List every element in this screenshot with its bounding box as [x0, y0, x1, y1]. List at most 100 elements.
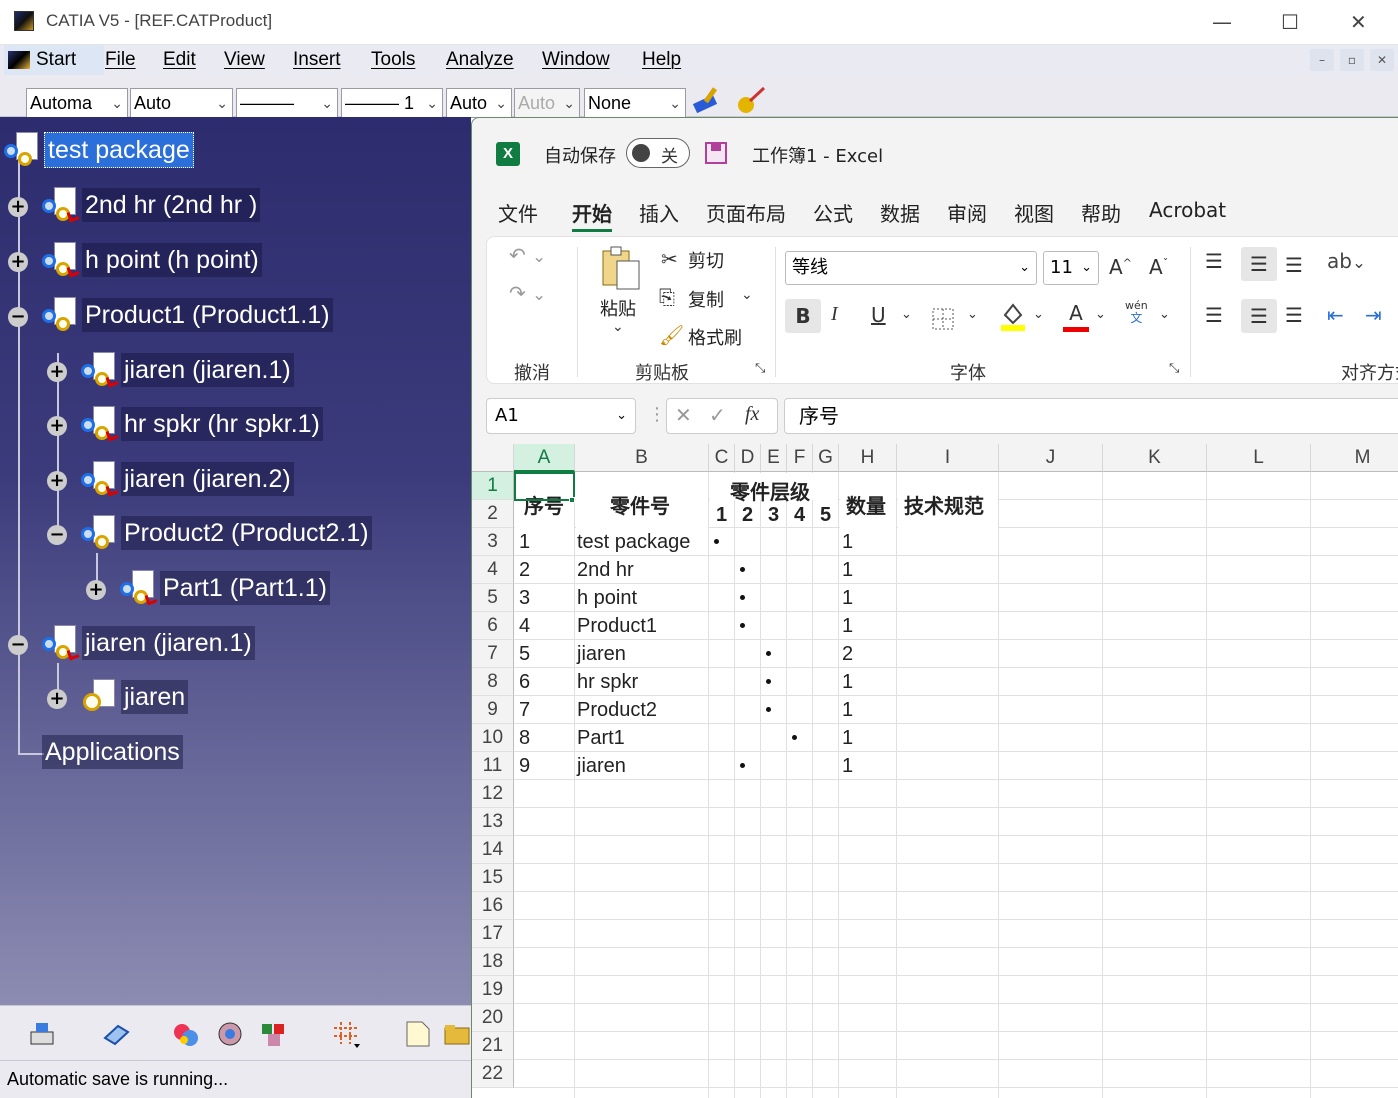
- header-level-5[interactable]: 5: [820, 504, 831, 527]
- tree-node-jiaren-part[interactable]: jiaren: [81, 678, 189, 716]
- row-header-19[interactable]: 19: [472, 976, 514, 1004]
- menu-edit[interactable]: Edit: [163, 49, 196, 71]
- column-header-g[interactable]: G: [813, 444, 839, 472]
- header-level[interactable]: 零件层级: [730, 476, 810, 505]
- column-header-m[interactable]: M: [1311, 444, 1398, 472]
- row-header-4[interactable]: 4: [472, 556, 514, 584]
- fill-color-icon[interactable]: [999, 301, 1027, 333]
- chevron-down-icon[interactable]: ⌄: [1095, 307, 1106, 322]
- cell-seq[interactable]: 5: [519, 643, 530, 666]
- underline-button[interactable]: U: [871, 303, 886, 327]
- paste-icon[interactable]: [599, 245, 643, 291]
- tab-file[interactable]: 文件: [498, 198, 538, 227]
- point-select[interactable]: Auto ⌄: [446, 88, 512, 118]
- linetype-select[interactable]: ——— ⌄: [236, 88, 338, 118]
- align-bottom-icon[interactable]: ☰: [1285, 253, 1303, 277]
- copy-label[interactable]: 复制: [688, 286, 724, 312]
- column-header-k[interactable]: K: [1103, 444, 1207, 472]
- cell-qty[interactable]: 1: [842, 671, 853, 694]
- shrink-font-icon[interactable]: Aˇ: [1149, 255, 1168, 279]
- select-all-corner[interactable]: [472, 444, 514, 472]
- column-header-l[interactable]: L: [1207, 444, 1311, 472]
- collapse-icon[interactable]: −: [8, 635, 28, 655]
- name-box[interactable]: A1 ⌄: [486, 398, 636, 434]
- dialog-launcher-icon[interactable]: ⤡: [755, 361, 765, 376]
- row-header-17[interactable]: 17: [472, 920, 514, 948]
- open-folder-icon[interactable]: [443, 1020, 471, 1048]
- column-header-j[interactable]: J: [999, 444, 1103, 472]
- row-header-12[interactable]: 12: [472, 780, 514, 808]
- cell-qty[interactable]: 1: [842, 727, 853, 750]
- grow-font-icon[interactable]: A^: [1109, 255, 1132, 279]
- chevron-down-icon[interactable]: ⌄: [967, 307, 978, 322]
- cancel-icon[interactable]: ✕: [675, 403, 692, 427]
- chevron-down-icon[interactable]: ⌄: [901, 307, 912, 322]
- cell-seq[interactable]: 2: [519, 559, 530, 582]
- cell-part-no[interactable]: Product1: [577, 615, 657, 638]
- column-header-h[interactable]: H: [839, 444, 897, 472]
- row-header-22[interactable]: 22: [472, 1060, 514, 1088]
- cell-part-no[interactable]: h point: [577, 587, 637, 610]
- save-icon[interactable]: [705, 142, 727, 164]
- cell-qty[interactable]: 1: [842, 699, 853, 722]
- maximize-button[interactable]: ☐: [1281, 10, 1299, 34]
- bold-button[interactable]: B: [785, 299, 821, 333]
- expand-icon[interactable]: +: [47, 416, 67, 436]
- increase-indent-icon[interactable]: ⇥: [1365, 303, 1382, 327]
- row-header-15[interactable]: 15: [472, 864, 514, 892]
- borders-icon[interactable]: [931, 307, 957, 331]
- menu-start[interactable]: Start: [4, 45, 104, 75]
- header-level-2[interactable]: 2: [742, 504, 753, 527]
- close-button[interactable]: ✕: [1350, 10, 1367, 34]
- menu-help[interactable]: Help: [642, 49, 681, 71]
- font-name-select[interactable]: 等线 ⌄: [785, 251, 1037, 285]
- tree-node-applications[interactable]: Applications: [42, 733, 183, 771]
- tree-node-product2[interactable]: Product2 (Product2.1): [81, 514, 372, 552]
- menu-file[interactable]: File: [105, 49, 136, 71]
- row-header-8[interactable]: 8: [472, 668, 514, 696]
- cell-seq[interactable]: 9: [519, 755, 530, 778]
- tab-review[interactable]: 审阅: [947, 198, 987, 227]
- chevron-down-icon[interactable]: ⌄: [741, 287, 753, 303]
- mdi-minimize-button[interactable]: –: [1310, 49, 1334, 71]
- cell-qty[interactable]: 2: [842, 643, 853, 666]
- cell-seq[interactable]: 4: [519, 615, 530, 638]
- row-header-11[interactable]: 11: [472, 752, 514, 780]
- cell-seq[interactable]: 7: [519, 699, 530, 722]
- grid-icon[interactable]: [332, 1020, 360, 1048]
- color-select[interactable]: Automa ⌄: [26, 88, 128, 118]
- dialog-launcher-icon[interactable]: ⤡: [1169, 361, 1179, 376]
- product-structure-icon[interactable]: [28, 1020, 56, 1048]
- header-level-3[interactable]: 3: [768, 504, 779, 527]
- magic-wand-icon[interactable]: [734, 85, 768, 115]
- tab-help[interactable]: 帮助: [1081, 198, 1121, 227]
- render-icon[interactable]: [216, 1020, 244, 1048]
- autosave-toggle[interactable]: 关: [626, 138, 690, 168]
- new-document-icon[interactable]: [404, 1020, 432, 1048]
- cell-part-no[interactable]: test package: [577, 531, 690, 554]
- tree-node-hr-spkr[interactable]: hr spkr (hr spkr.1): [81, 405, 323, 443]
- tab-page-layout[interactable]: 页面布局: [706, 198, 786, 227]
- format-painter-label[interactable]: 格式刷: [688, 324, 742, 350]
- expand-icon[interactable]: +: [47, 362, 67, 382]
- fill-handle[interactable]: [569, 497, 575, 503]
- chevron-down-icon[interactable]: ⌄: [612, 319, 624, 335]
- cell-seq[interactable]: 6: [519, 671, 530, 694]
- row-header-16[interactable]: 16: [472, 892, 514, 920]
- align-middle-icon[interactable]: ☰: [1241, 247, 1277, 281]
- row-header-9[interactable]: 9: [472, 696, 514, 724]
- chevron-down-icon[interactable]: ⌄: [1033, 307, 1044, 322]
- explode-icon[interactable]: [172, 1020, 200, 1048]
- menu-analyze[interactable]: Analyze: [446, 49, 514, 71]
- insert-function-button[interactable]: fx: [745, 403, 759, 426]
- tab-formulas[interactable]: 公式: [813, 198, 853, 227]
- row-header-20[interactable]: 20: [472, 1004, 514, 1032]
- cell-seq[interactable]: 3: [519, 587, 530, 610]
- column-header-b[interactable]: B: [575, 444, 709, 472]
- expand-icon[interactable]: +: [8, 197, 28, 217]
- cell-qty[interactable]: 1: [842, 755, 853, 778]
- menu-insert[interactable]: Insert: [293, 49, 341, 71]
- column-header-c[interactable]: C: [709, 444, 735, 472]
- row-header-6[interactable]: 6: [472, 612, 514, 640]
- tab-acrobat[interactable]: Acrobat: [1149, 198, 1226, 222]
